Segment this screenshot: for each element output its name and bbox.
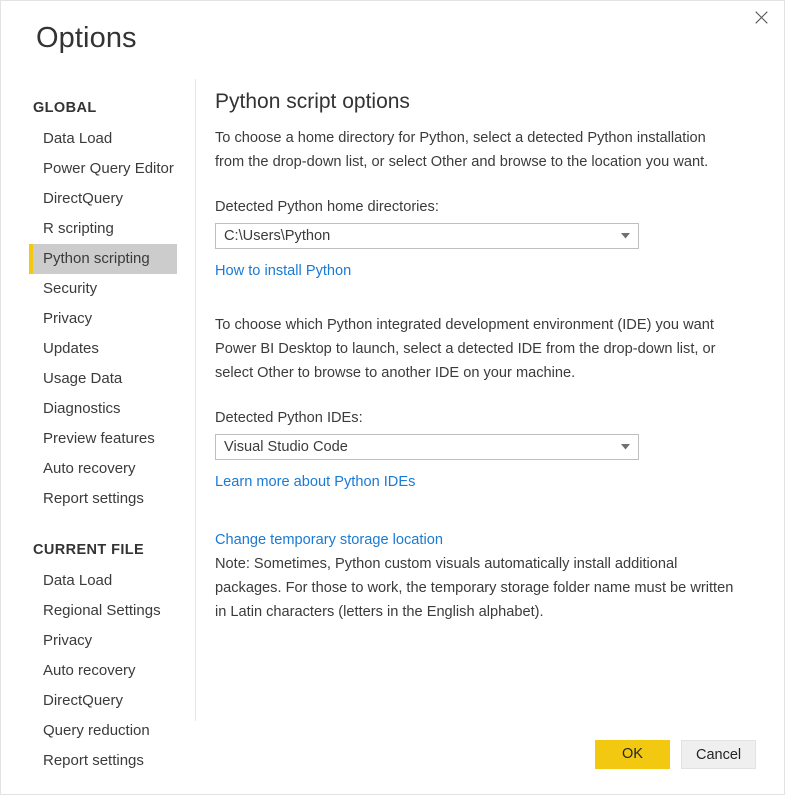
sidebar-item-diagnostics[interactable]: Diagnostics <box>1 394 181 424</box>
sidebar-item-security[interactable]: Security <box>1 274 181 304</box>
how-to-install-python-link[interactable]: How to install Python <box>215 259 351 283</box>
sidebar-item-usage-data[interactable]: Usage Data <box>1 364 181 394</box>
learn-more-python-ides-link[interactable]: Learn more about Python IDEs <box>215 470 415 494</box>
sidebar-item-data-load[interactable]: Data Load <box>1 124 181 154</box>
cancel-button[interactable]: Cancel <box>681 740 756 769</box>
temporary-storage-note: Note: Sometimes, Python custom visuals a… <box>215 552 735 624</box>
sidebar-group-header-current-file: CURRENT FILE <box>1 538 181 566</box>
sidebar-item-auto-recovery[interactable]: Auto recovery <box>1 454 181 484</box>
options-dialog: Options GLOBAL Data Load Power Query Edi… <box>0 0 785 795</box>
ok-button[interactable]: OK <box>595 740 670 769</box>
main-panel: Python script options To choose a home d… <box>215 87 745 624</box>
chevron-down-icon <box>612 233 638 239</box>
change-temporary-storage-location-link[interactable]: Change temporary storage location <box>215 528 443 552</box>
chevron-down-icon <box>612 444 638 450</box>
sidebar-item-preview-features[interactable]: Preview features <box>1 424 181 454</box>
sidebar: GLOBAL Data Load Power Query Editor Dire… <box>1 96 181 776</box>
home-directory-label: Detected Python home directories: <box>215 196 745 218</box>
sidebar-item-r-scripting[interactable]: R scripting <box>1 214 181 244</box>
page-title: Options <box>36 19 137 57</box>
chevron-down-icon-glyph <box>621 233 630 239</box>
close-icon[interactable] <box>739 2 783 32</box>
sidebar-divider <box>195 79 196 721</box>
sidebar-item-cf-report-settings[interactable]: Report settings <box>1 746 181 776</box>
sidebar-item-python-scripting[interactable]: Python scripting <box>29 244 177 274</box>
sidebar-item-cf-privacy[interactable]: Privacy <box>1 626 181 656</box>
sidebar-item-cf-regional-settings[interactable]: Regional Settings <box>1 596 181 626</box>
panel-title: Python script options <box>215 87 745 117</box>
sidebar-item-cf-auto-recovery[interactable]: Auto recovery <box>1 656 181 686</box>
sidebar-item-privacy[interactable]: Privacy <box>1 304 181 334</box>
sidebar-item-cf-data-load[interactable]: Data Load <box>1 566 181 596</box>
python-ide-dropdown[interactable]: Visual Studio Code <box>215 434 639 460</box>
sidebar-item-power-query-editor[interactable]: Power Query Editor <box>1 154 181 184</box>
python-home-directory-dropdown[interactable]: C:\Users\Python <box>215 223 639 249</box>
sidebar-item-cf-query-reduction[interactable]: Query reduction <box>1 716 181 746</box>
sidebar-item-directquery[interactable]: DirectQuery <box>1 184 181 214</box>
sidebar-item-updates[interactable]: Updates <box>1 334 181 364</box>
sidebar-item-report-settings[interactable]: Report settings <box>1 484 181 514</box>
python-ide-label: Detected Python IDEs: <box>215 407 745 429</box>
home-directory-description: To choose a home directory for Python, s… <box>215 126 735 174</box>
chevron-down-icon-glyph <box>621 444 630 450</box>
python-home-directory-value: C:\Users\Python <box>216 224 612 248</box>
dialog-footer: OK Cancel <box>595 740 756 769</box>
python-ide-value: Visual Studio Code <box>216 435 612 459</box>
ide-description: To choose which Python integrated develo… <box>215 313 735 385</box>
close-icon-glyph <box>755 11 768 24</box>
sidebar-group-header-global: GLOBAL <box>1 96 181 124</box>
sidebar-item-cf-directquery[interactable]: DirectQuery <box>1 686 181 716</box>
